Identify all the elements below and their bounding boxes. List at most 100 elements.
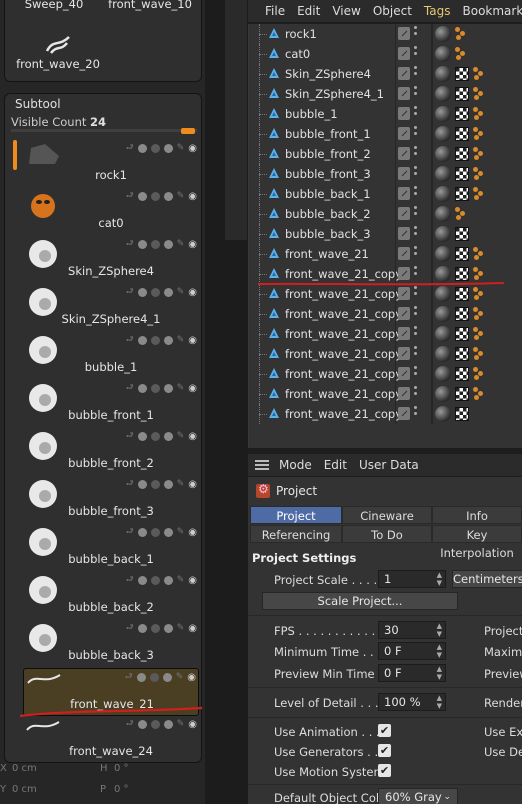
polyframe-toggle-icon[interactable]: [137, 191, 147, 201]
object-row[interactable]: rock1: [249, 24, 522, 44]
arrow-icon[interactable]: ⮐: [126, 524, 134, 540]
arrow-icon[interactable]: ⮐: [125, 669, 133, 685]
polyframe-toggle-icon[interactable]: [137, 383, 147, 393]
display-tag-icon[interactable]: [473, 265, 487, 281]
eye-icon[interactable]: ◉: [188, 191, 197, 202]
min-time-field[interactable]: 0 F ▲ ▼: [378, 642, 446, 660]
material-tag-icon[interactable]: [435, 146, 451, 162]
visible-count-slider-handle[interactable]: [181, 128, 195, 134]
eye-icon[interactable]: ◉: [188, 287, 197, 298]
transp-toggle-icon[interactable]: [150, 383, 160, 393]
preview-min-field[interactable]: 0 F ▲ ▼: [378, 664, 446, 682]
polyframe-toggle-icon[interactable]: [137, 623, 147, 633]
p-value[interactable]: 0 °: [114, 784, 129, 795]
object-row[interactable]: front_wave_21_copy5: [249, 344, 522, 364]
object-row[interactable]: front_wave_21_copy2: [249, 284, 522, 304]
editor-visibility-icon[interactable]: [398, 267, 410, 280]
texture-tag-icon[interactable]: [455, 147, 469, 161]
texture-tag-icon[interactable]: [455, 327, 469, 341]
menu-file[interactable]: File: [265, 4, 285, 18]
object-row[interactable]: front_wave_21: [249, 244, 522, 264]
visibility-dots-icon[interactable]: [414, 226, 418, 238]
use-motion-checkbox[interactable]: ✔: [378, 764, 391, 777]
texture-tag-icon[interactable]: [455, 407, 469, 421]
object-row[interactable]: bubble_front_1: [249, 124, 522, 144]
visibility-dots-icon[interactable]: [414, 346, 418, 358]
solo-toggle-icon[interactable]: [163, 143, 173, 153]
polyframe-toggle-icon[interactable]: [137, 335, 147, 345]
subtool-item[interactable]: ⮐ ✎ ◉ bubble_front_3: [23, 476, 199, 524]
object-row[interactable]: Skin_ZSphere4_1: [249, 84, 522, 104]
visibility-dots-icon[interactable]: [414, 26, 418, 38]
object-row[interactable]: bubble_front_2: [249, 144, 522, 164]
visibility-dots-icon[interactable]: [414, 186, 418, 198]
eye-icon[interactable]: ◉: [188, 719, 197, 730]
editor-visibility-icon[interactable]: [398, 47, 410, 60]
arrow-icon[interactable]: ⮐: [126, 476, 134, 492]
polyframe-toggle-icon[interactable]: [137, 431, 147, 441]
material-tag-icon[interactable]: [435, 126, 451, 142]
tab-key-interpolation[interactable]: Key Interpolation: [432, 525, 522, 560]
display-tag-icon[interactable]: [473, 185, 487, 201]
material-tag-icon[interactable]: [435, 26, 451, 42]
editor-visibility-icon[interactable]: [398, 87, 410, 100]
arrow-icon[interactable]: ⮐: [126, 572, 134, 588]
solo-toggle-icon[interactable]: [163, 719, 173, 729]
tab-referencing[interactable]: Referencing: [250, 525, 342, 543]
polyframe-toggle-icon[interactable]: [137, 575, 147, 585]
material-tag-icon[interactable]: [435, 326, 451, 342]
transp-toggle-icon[interactable]: [150, 575, 160, 585]
brush-icon[interactable]: ✎: [176, 672, 184, 682]
arrow-icon[interactable]: ⮐: [126, 236, 134, 252]
brush-front-wave-20[interactable]: front_wave_20: [13, 33, 103, 71]
visibility-dots-icon[interactable]: [414, 266, 418, 278]
display-tag-icon[interactable]: [473, 245, 487, 261]
display-tag-icon[interactable]: [473, 165, 487, 181]
visibility-dots-icon[interactable]: [414, 286, 418, 298]
texture-tag-icon[interactable]: [455, 227, 469, 241]
eye-icon[interactable]: ◉: [188, 527, 197, 538]
arrow-icon[interactable]: ⮐: [126, 428, 134, 444]
texture-tag-icon[interactable]: [455, 347, 469, 361]
tab-info[interactable]: Info: [432, 506, 522, 524]
material-tag-icon[interactable]: [435, 346, 451, 362]
polyframe-toggle-icon[interactable]: [137, 719, 147, 729]
eye-icon[interactable]: ◉: [188, 623, 197, 634]
visibility-dots-icon[interactable]: [414, 66, 418, 78]
project-scale-field[interactable]: 1 ▲ ▼: [378, 570, 446, 588]
transp-toggle-icon[interactable]: [150, 527, 160, 537]
solo-toggle-icon[interactable]: [163, 287, 173, 297]
texture-tag-icon[interactable]: [455, 167, 469, 181]
transp-toggle-icon[interactable]: [150, 479, 160, 489]
display-tag-icon[interactable]: [473, 385, 487, 401]
visibility-dots-icon[interactable]: [414, 406, 418, 418]
display-tag-icon[interactable]: [473, 285, 487, 301]
spinner-icon[interactable]: ▲ ▼: [437, 694, 442, 710]
transp-toggle-icon[interactable]: [150, 287, 160, 297]
polyframe-toggle-icon[interactable]: [137, 479, 147, 489]
display-tag-icon[interactable]: [473, 65, 487, 81]
solo-toggle-icon[interactable]: [163, 191, 173, 201]
menu-view[interactable]: View: [332, 4, 360, 18]
object-row[interactable]: bubble_front_3: [249, 164, 522, 184]
arrow-icon[interactable]: ⮐: [126, 332, 134, 348]
editor-visibility-icon[interactable]: [398, 147, 410, 160]
tab-cineware[interactable]: Cineware: [342, 506, 432, 524]
transp-toggle-icon[interactable]: [150, 143, 160, 153]
eye-icon[interactable]: ◉: [188, 431, 197, 442]
editor-visibility-icon[interactable]: [398, 67, 410, 80]
transp-toggle-icon[interactable]: [150, 623, 160, 633]
editor-visibility-icon[interactable]: [398, 247, 410, 260]
texture-tag-icon[interactable]: [455, 67, 469, 81]
solo-toggle-icon[interactable]: [163, 623, 173, 633]
spinner-icon[interactable]: ▲ ▼: [437, 665, 442, 681]
visibility-dots-icon[interactable]: [414, 326, 418, 338]
subtool-item[interactable]: ⮐ ✎ ◉ cat0: [23, 188, 199, 236]
texture-tag-icon[interactable]: [455, 247, 469, 261]
brush-icon[interactable]: ✎: [177, 575, 185, 585]
brush-icon[interactable]: ✎: [177, 719, 185, 729]
texture-tag-icon[interactable]: [455, 87, 469, 101]
editor-visibility-icon[interactable]: [398, 367, 410, 380]
solo-toggle-icon[interactable]: [162, 672, 172, 682]
editor-visibility-icon[interactable]: [398, 127, 410, 140]
